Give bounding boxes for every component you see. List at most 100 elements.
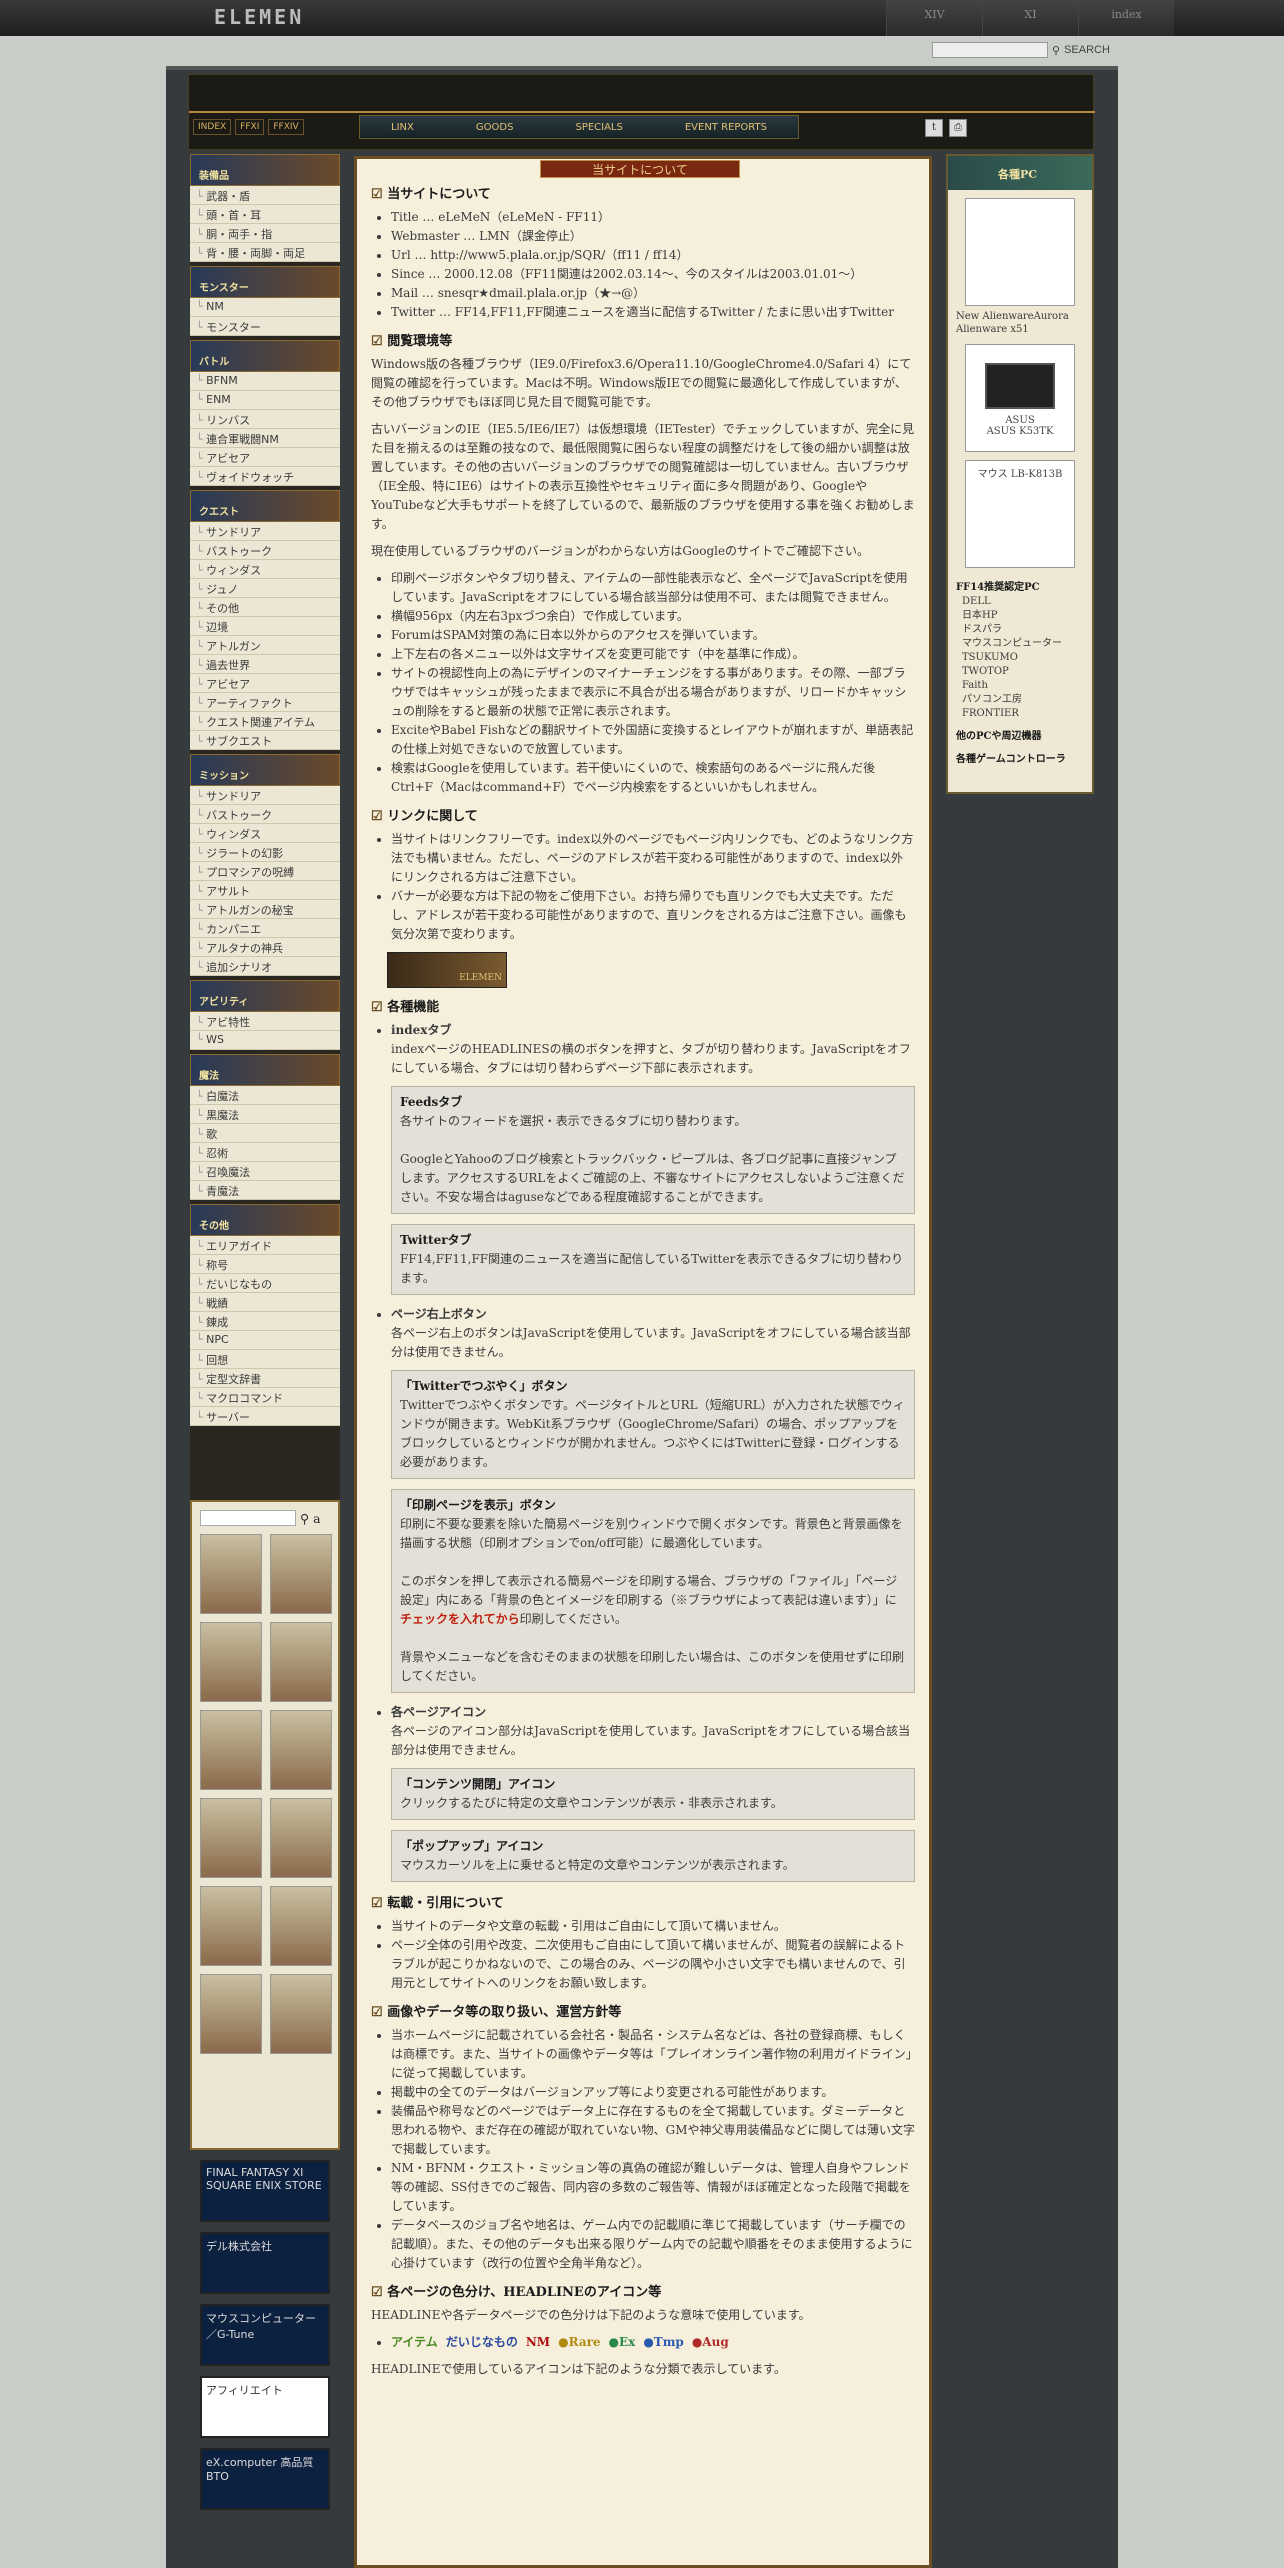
amazon-search-input[interactable] xyxy=(200,1510,296,1526)
product-image[interactable] xyxy=(270,1622,332,1702)
sidebar-item[interactable]: BFNM xyxy=(190,372,340,391)
top-nav-xi[interactable]: XI xyxy=(982,0,1078,36)
pc-caption[interactable]: New AlienwareAurora Alienware x51 xyxy=(948,310,1092,336)
pc-product[interactable] xyxy=(965,198,1075,306)
sidebar-item[interactable]: アトルガン xyxy=(190,636,340,655)
product-image[interactable] xyxy=(200,1710,262,1790)
sidebar-item[interactable]: 召喚魔法 xyxy=(190,1162,340,1181)
site-logo[interactable]: ELEMEN xyxy=(214,5,304,29)
sidebar-item[interactable]: エリアガイド xyxy=(190,1236,340,1255)
banner-excomputer[interactable]: eX.computer 高品質BTO xyxy=(200,2448,330,2510)
nav-specials[interactable]: SPECIALS xyxy=(575,122,622,133)
sidebar-item[interactable]: 頭・首・耳 xyxy=(190,205,340,224)
search-input[interactable] xyxy=(932,42,1048,58)
sidebar-item[interactable]: その他 xyxy=(190,598,340,617)
top-nav-index[interactable]: index xyxy=(1078,0,1174,36)
sidebar-item[interactable]: アトルガンの秘宝 xyxy=(190,900,340,919)
sidebar-item[interactable]: カンパニエ xyxy=(190,919,340,938)
product-image[interactable] xyxy=(270,1710,332,1790)
sidebar-item[interactable]: WS xyxy=(190,1031,340,1050)
sidebar-item[interactable]: 背・腰・両脚・両足 xyxy=(190,243,340,262)
print-icon[interactable]: ⎙ xyxy=(949,119,967,137)
other-devices-link[interactable]: 他のPCや周辺機器 xyxy=(948,721,1092,744)
sidebar-item[interactable]: 白魔法 xyxy=(190,1086,340,1105)
recommended-link[interactable]: マウスコンピューター xyxy=(948,637,1092,651)
sidebar-item[interactable]: 追加シナリオ xyxy=(190,957,340,976)
sidebar-item[interactable]: 忍術 xyxy=(190,1143,340,1162)
pc-product[interactable]: ASUS ASUS K53TK xyxy=(965,344,1075,452)
search-icon[interactable]: ⚲ xyxy=(1052,44,1060,57)
sidebar-item[interactable]: アーティファクト xyxy=(190,693,340,712)
pc-product[interactable]: マウス LB-K813B xyxy=(965,460,1075,568)
sidebar-item[interactable]: ウィンダス xyxy=(190,560,340,579)
sidebar-item[interactable]: 連合軍戦闘NM xyxy=(190,429,340,448)
search-icon[interactable]: ⚲ xyxy=(300,1511,309,1526)
sidebar-item[interactable]: アルタナの神兵 xyxy=(190,938,340,957)
product-image[interactable] xyxy=(270,1798,332,1878)
search-button[interactable]: SEARCH xyxy=(1064,44,1110,56)
sidebar-item[interactable]: アビセア xyxy=(190,674,340,693)
sidebar-item[interactable]: アサルト xyxy=(190,881,340,900)
tab-index[interactable]: INDEX xyxy=(193,119,232,135)
sidebar-item[interactable]: ENM xyxy=(190,391,340,410)
nav-event-reports[interactable]: EVENT REPORTS xyxy=(685,122,767,133)
twitter-icon[interactable]: t xyxy=(925,119,943,137)
sidebar-item[interactable]: マクロコマンド xyxy=(190,1388,340,1407)
sidebar-item[interactable]: サンドリア xyxy=(190,786,340,805)
nav-goods[interactable]: GOODS xyxy=(476,122,514,133)
recommended-link[interactable]: FRONTIER xyxy=(948,707,1092,721)
recommended-link[interactable]: TSUKUMO xyxy=(948,651,1092,665)
sidebar-item[interactable]: 武器・盾 xyxy=(190,186,340,205)
tab-ffxiv[interactable]: FFXIV xyxy=(268,119,304,135)
sidebar-item[interactable]: 辺境 xyxy=(190,617,340,636)
sidebar-item[interactable]: ウィンダス xyxy=(190,824,340,843)
sidebar-item[interactable]: サンドリア xyxy=(190,522,340,541)
sidebar-item[interactable]: サーバー xyxy=(190,1407,340,1426)
recommended-link[interactable]: Faith xyxy=(948,679,1092,693)
recommended-link[interactable]: TWOTOP xyxy=(948,665,1092,679)
top-nav-xiv[interactable]: XIV xyxy=(886,0,982,36)
sidebar-item[interactable]: ヴォイドウォッチ xyxy=(190,467,340,486)
sidebar-item[interactable]: ジラートの幻影 xyxy=(190,843,340,862)
sidebar-item[interactable]: バストゥーク xyxy=(190,805,340,824)
banner-mouse[interactable]: マウスコンピューター／G-Tune xyxy=(200,2304,330,2366)
sidebar-item[interactable]: 錬成 xyxy=(190,1312,340,1331)
sidebar-item[interactable]: NPC xyxy=(190,1331,340,1350)
sidebar-item[interactable]: モンスター xyxy=(190,317,340,336)
amazon-icon[interactable]: a xyxy=(313,1511,320,1526)
tab-ffxi[interactable]: FFXI xyxy=(235,119,265,135)
product-image[interactable] xyxy=(200,1886,262,1966)
recommended-link[interactable]: パソコン工房 xyxy=(948,693,1092,707)
sidebar-item[interactable]: 称号 xyxy=(190,1255,340,1274)
recommended-link[interactable]: DELL xyxy=(948,595,1092,609)
sidebar-item[interactable]: 黒魔法 xyxy=(190,1105,340,1124)
product-image[interactable] xyxy=(270,1534,332,1614)
sidebar-item[interactable]: 歌 xyxy=(190,1124,340,1143)
sidebar-item[interactable]: プロマシアの呪縛 xyxy=(190,862,340,881)
sidebar-item[interactable]: バストゥーク xyxy=(190,541,340,560)
sidebar-item[interactable]: NM xyxy=(190,298,340,317)
sidebar-item[interactable]: 青魔法 xyxy=(190,1181,340,1200)
nav-linx[interactable]: LINX xyxy=(391,122,414,133)
site-banner[interactable]: ELEMEN xyxy=(387,952,507,988)
sidebar-item[interactable]: ジュノ xyxy=(190,579,340,598)
banner-ffxi-store[interactable]: FINAL FANTASY XI SQUARE ENIX STORE xyxy=(200,2160,330,2222)
banner-affiliate[interactable]: アフィリエイト xyxy=(200,2376,330,2438)
product-image[interactable] xyxy=(270,1974,332,2054)
sidebar-item[interactable]: サブクエスト xyxy=(190,731,340,750)
sidebar-item[interactable]: 胴・両手・指 xyxy=(190,224,340,243)
product-image[interactable] xyxy=(200,1534,262,1614)
banner-dell[interactable]: デル株式会社 xyxy=(200,2232,330,2294)
sidebar-item[interactable]: 回想 xyxy=(190,1350,340,1369)
controllers-link[interactable]: 各種ゲームコントローラ xyxy=(948,744,1092,767)
sidebar-item[interactable]: 定型文辞書 xyxy=(190,1369,340,1388)
sidebar-item[interactable]: 過去世界 xyxy=(190,655,340,674)
product-image[interactable] xyxy=(200,1974,262,2054)
recommended-link[interactable]: 日本HP xyxy=(948,609,1092,623)
product-image[interactable] xyxy=(270,1886,332,1966)
sidebar-item[interactable]: だいじなもの xyxy=(190,1274,340,1293)
sidebar-item[interactable]: クエスト関連アイテム xyxy=(190,712,340,731)
product-image[interactable] xyxy=(200,1798,262,1878)
sidebar-item[interactable]: 戦績 xyxy=(190,1293,340,1312)
sidebar-item[interactable]: リンバス xyxy=(190,410,340,429)
